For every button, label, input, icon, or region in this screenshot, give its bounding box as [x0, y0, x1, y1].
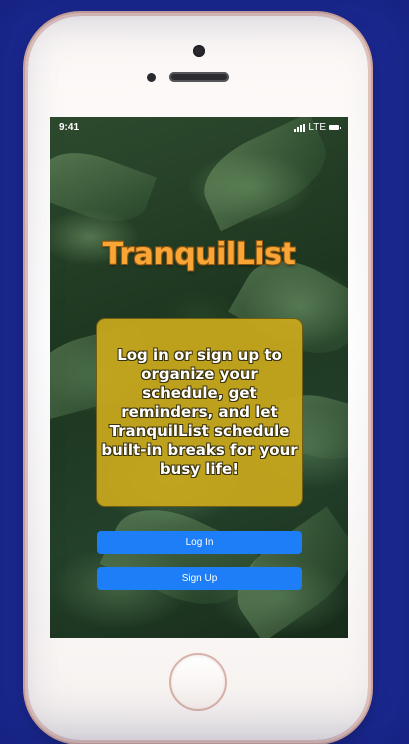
proximity-sensor-icon: [147, 73, 156, 82]
home-button[interactable]: [169, 653, 227, 711]
status-network: LTE: [308, 122, 326, 133]
signup-button[interactable]: Sign Up: [97, 567, 302, 590]
info-card: Log in or sign up to organize your sched…: [96, 318, 303, 507]
login-button[interactable]: Log In: [97, 531, 302, 554]
power-button: [368, 174, 373, 216]
phone-screen: 9:41 LTE TranquilList Log in or sign up …: [50, 117, 348, 638]
front-camera-icon: [193, 45, 205, 57]
signal-icon: [294, 123, 306, 132]
leaf-background-shape: [99, 491, 261, 623]
battery-icon: [329, 125, 341, 130]
status-indicators: LTE: [294, 122, 341, 133]
status-bar: 9:41 LTE: [50, 117, 348, 137]
app-title: TranquilList: [102, 237, 296, 272]
info-text: Log in or sign up to organize your sched…: [101, 346, 298, 478]
earpiece-speaker-icon: [169, 72, 229, 82]
leaf-background-shape: [50, 139, 157, 235]
status-time: 9:41: [59, 122, 80, 133]
